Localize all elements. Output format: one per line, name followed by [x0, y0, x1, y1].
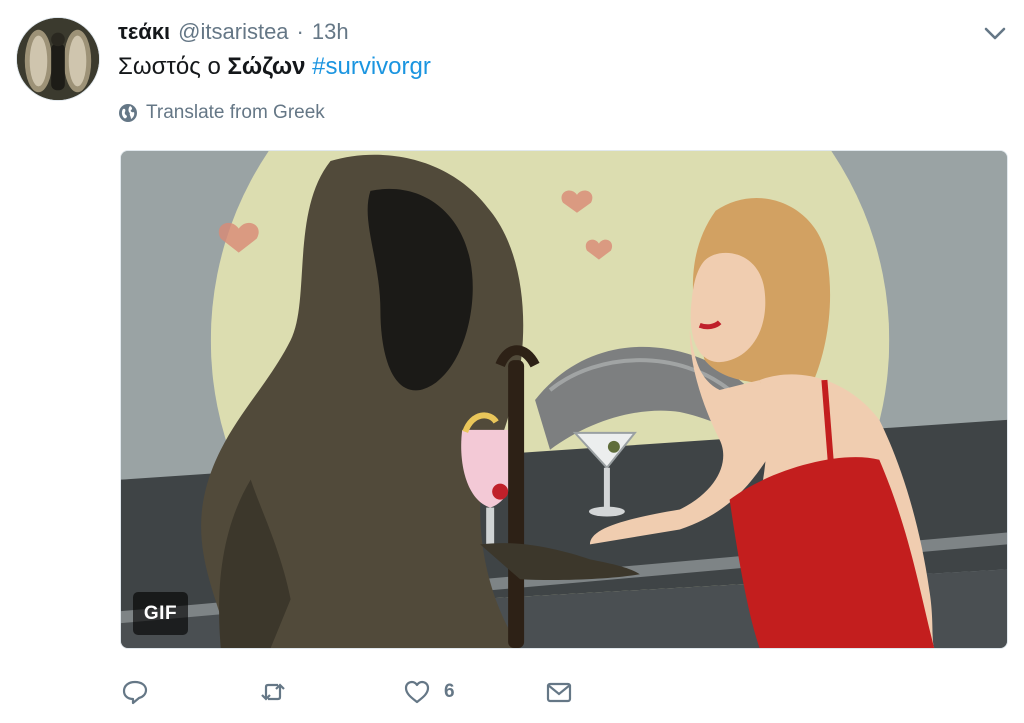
tweet: τεάκι @itsaristea · 13h Σωστός ο Σώζων #…	[0, 0, 1024, 723]
gif-media[interactable]	[120, 150, 1008, 649]
retweet-button[interactable]	[258, 672, 300, 712]
separator-dot: ·	[296, 19, 304, 44]
translate-label: Translate from Greek	[146, 102, 325, 123]
avatar-image	[17, 18, 99, 100]
retweet-icon	[261, 683, 285, 701]
gif-badge: GIF	[133, 592, 188, 635]
tweet-text-part: Σωστός ο	[118, 53, 228, 80]
tweet-timestamp[interactable]: 13h	[312, 19, 349, 45]
avatar[interactable]	[16, 17, 100, 101]
like-count: 6	[444, 681, 455, 702]
tweet-text: Σωστός ο Σώζων #survivorgr	[118, 52, 431, 82]
tweet-text-bold: Σώζων	[227, 53, 306, 80]
tweet-header: τεάκι @itsaristea · 13h	[118, 18, 349, 46]
reply-button[interactable]	[120, 672, 162, 712]
tweet-actions: 6	[120, 672, 720, 712]
author-handle[interactable]: @itsaristea	[178, 19, 288, 45]
chevron-down-icon[interactable]	[982, 22, 1008, 44]
author-display-name[interactable]: τεάκι	[118, 19, 170, 45]
hashtag-link[interactable]: #survivorgr	[312, 53, 431, 80]
globe-icon	[119, 104, 137, 122]
direct-message-button[interactable]	[544, 672, 586, 712]
direct-message-icon	[546, 682, 572, 703]
like-icon	[404, 680, 430, 704]
reply-icon	[122, 680, 148, 705]
gif-illustration	[121, 151, 1007, 648]
translate-link[interactable]: Translate from Greek	[118, 102, 325, 124]
like-button[interactable]: 6	[402, 672, 455, 712]
